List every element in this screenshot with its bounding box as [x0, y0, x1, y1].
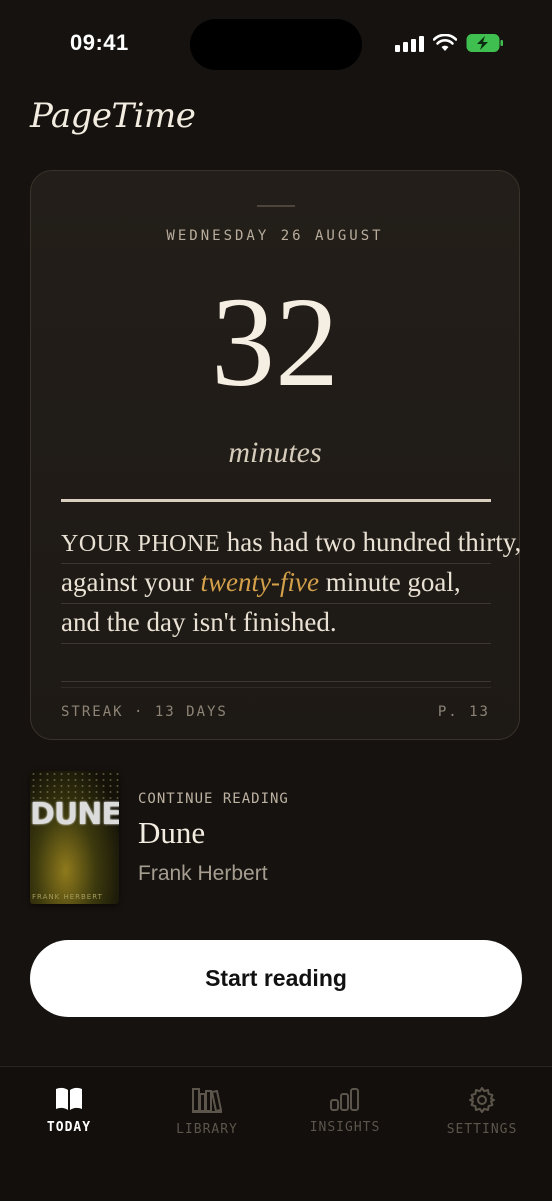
app-title: PageTime — [30, 96, 196, 136]
streak-label: STREAK · 13 DAYS — [61, 704, 228, 720]
bar-chart-icon — [330, 1088, 359, 1111]
tab-library[interactable]: LIBRARY — [147, 1086, 267, 1137]
page-number: P. 13 — [437, 704, 490, 720]
books-shelf-icon — [192, 1088, 223, 1113]
start-reading-button[interactable]: Start reading — [30, 940, 522, 1017]
quote-caps: YOUR PHONE — [61, 531, 221, 557]
tab-label: LIBRARY — [176, 1122, 238, 1137]
wifi-icon — [433, 34, 457, 51]
quote-text: minute goal, — [318, 567, 461, 597]
quote-line-2: against your twenty-five minute goal, — [61, 563, 491, 604]
card-top-rule — [257, 205, 295, 207]
quote-line-1: YOUR PHONE has had two hundred thirty, — [61, 523, 521, 564]
cover-author: FRANK HERBERT — [32, 893, 103, 901]
book-author: Frank Herbert — [138, 862, 268, 885]
book-open-icon — [56, 1087, 82, 1110]
tab-label: TODAY — [46, 1120, 92, 1135]
book-title[interactable]: Dune — [138, 815, 205, 851]
status-icons — [395, 33, 504, 53]
quote-text: has had two hundred thirty, — [220, 527, 522, 557]
tab-insights[interactable]: INSIGHTS — [285, 1086, 405, 1135]
quote-line-3: and the day isn't finished. — [61, 603, 491, 644]
quote-text: and the day isn't finished. — [61, 607, 337, 637]
tab-label: INSIGHTS — [309, 1120, 381, 1135]
tab-today[interactable]: TODAY — [9, 1086, 129, 1135]
battery-charging-icon — [466, 34, 503, 52]
quote-text: against your — [61, 567, 201, 597]
tab-label: SETTINGS — [446, 1122, 518, 1137]
minutes-count: 32 — [211, 271, 339, 413]
card-footer-rule — [61, 681, 491, 682]
continue-reading-label: CONTINUE READING — [138, 791, 289, 807]
minutes-unit: minutes — [228, 436, 322, 469]
status-time: 09:41 — [70, 30, 129, 55]
card-divider — [61, 499, 491, 502]
book-cover[interactable]: DUNE FRANK HERBERT — [30, 771, 119, 904]
date-label: WEDNESDAY 26 AUGUST — [166, 228, 384, 244]
gear-icon — [469, 1087, 495, 1113]
dynamic-island — [190, 19, 362, 70]
tab-settings[interactable]: SETTINGS — [422, 1086, 542, 1137]
card-footer-rule — [61, 687, 491, 688]
quote-goal-highlight: twenty-five — [200, 567, 319, 597]
cellular-signal-icon — [395, 34, 424, 52]
cover-title: DUNE — [30, 797, 119, 832]
